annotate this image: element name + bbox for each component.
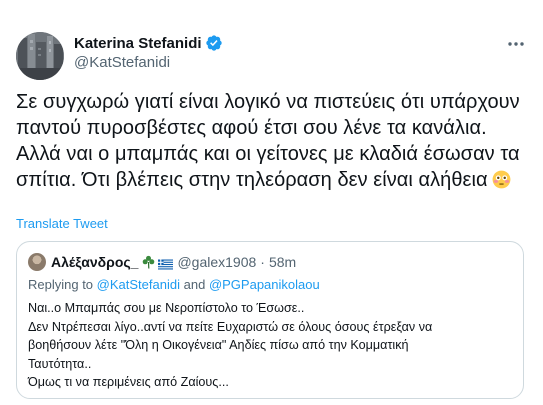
tweet-text: Σε συγχωρώ γιατί είναι λογικό να πιστεύε… <box>16 89 531 193</box>
translate-tweet-link[interactable]: Translate Tweet <box>16 216 108 231</box>
replying-to-line: Replying to @KatStefanidi and @PGPapanik… <box>28 277 320 292</box>
quoted-text-line: βοηθήσουν λέτε "Όλη η Οικογένεια" Αηδίες… <box>28 338 409 352</box>
greek-flag-icon <box>158 257 174 269</box>
quoted-timestamp[interactable]: 58m <box>269 254 296 270</box>
tweet: Katerina Stefanidi @KatStefanidi Σε συγχ… <box>0 0 543 405</box>
quoted-tweet-text: Ναι..ο Μπαμπάς σου με Νεροπίστολο το Έσω… <box>28 299 518 392</box>
author-display-name[interactable]: Katerina Stefanidi <box>74 35 202 52</box>
replying-to-conjunction: and <box>183 277 206 292</box>
quoted-separator: · <box>260 254 265 270</box>
more-options-icon[interactable] <box>507 37 525 51</box>
flushed-face-emoji-icon <box>492 170 511 189</box>
author-avatar[interactable] <box>16 32 64 80</box>
quoted-text-line: Όμως τι να περιμένεις από Ζαίους... <box>28 375 229 389</box>
quoted-author-handle[interactable]: @galex1908 <box>177 254 256 270</box>
mention-katstefanidi[interactable]: @KatStefanidi <box>97 277 180 292</box>
author-name-row: Katerina Stefanidi <box>74 33 223 53</box>
replying-to-prefix: Replying to <box>28 277 94 292</box>
shamrock-icon <box>142 255 155 269</box>
quoted-tweet-header: Αλέξανδρος_ @galex1908 · 58m <box>28 252 296 272</box>
quoted-text-line: Ταυτότητα.. <box>28 356 92 371</box>
quoted-tweet[interactable]: Αλέξανδρος_ @galex1908 · 58m Replying to… <box>16 241 524 399</box>
tweet-text-content: Σε συγχωρώ γιατί είναι λογικό να πιστεύε… <box>16 91 520 191</box>
quoted-text-line: Δεν Ντρέπεσαι λίγο..αντί να πείτε Ευχαρι… <box>28 319 433 334</box>
mention-pgpapanikolaou[interactable]: @PGPapanikolaou <box>209 277 320 292</box>
quoted-author-name[interactable]: Αλέξανδρος_ <box>51 254 138 270</box>
quoted-text-line: Ναι..ο Μπαμπάς σου με Νεροπίστολο το Έσω… <box>28 301 305 315</box>
quoted-author-avatar[interactable] <box>28 253 46 271</box>
author-handle[interactable]: @KatStefanidi <box>74 54 170 71</box>
verified-badge-icon <box>205 34 223 52</box>
